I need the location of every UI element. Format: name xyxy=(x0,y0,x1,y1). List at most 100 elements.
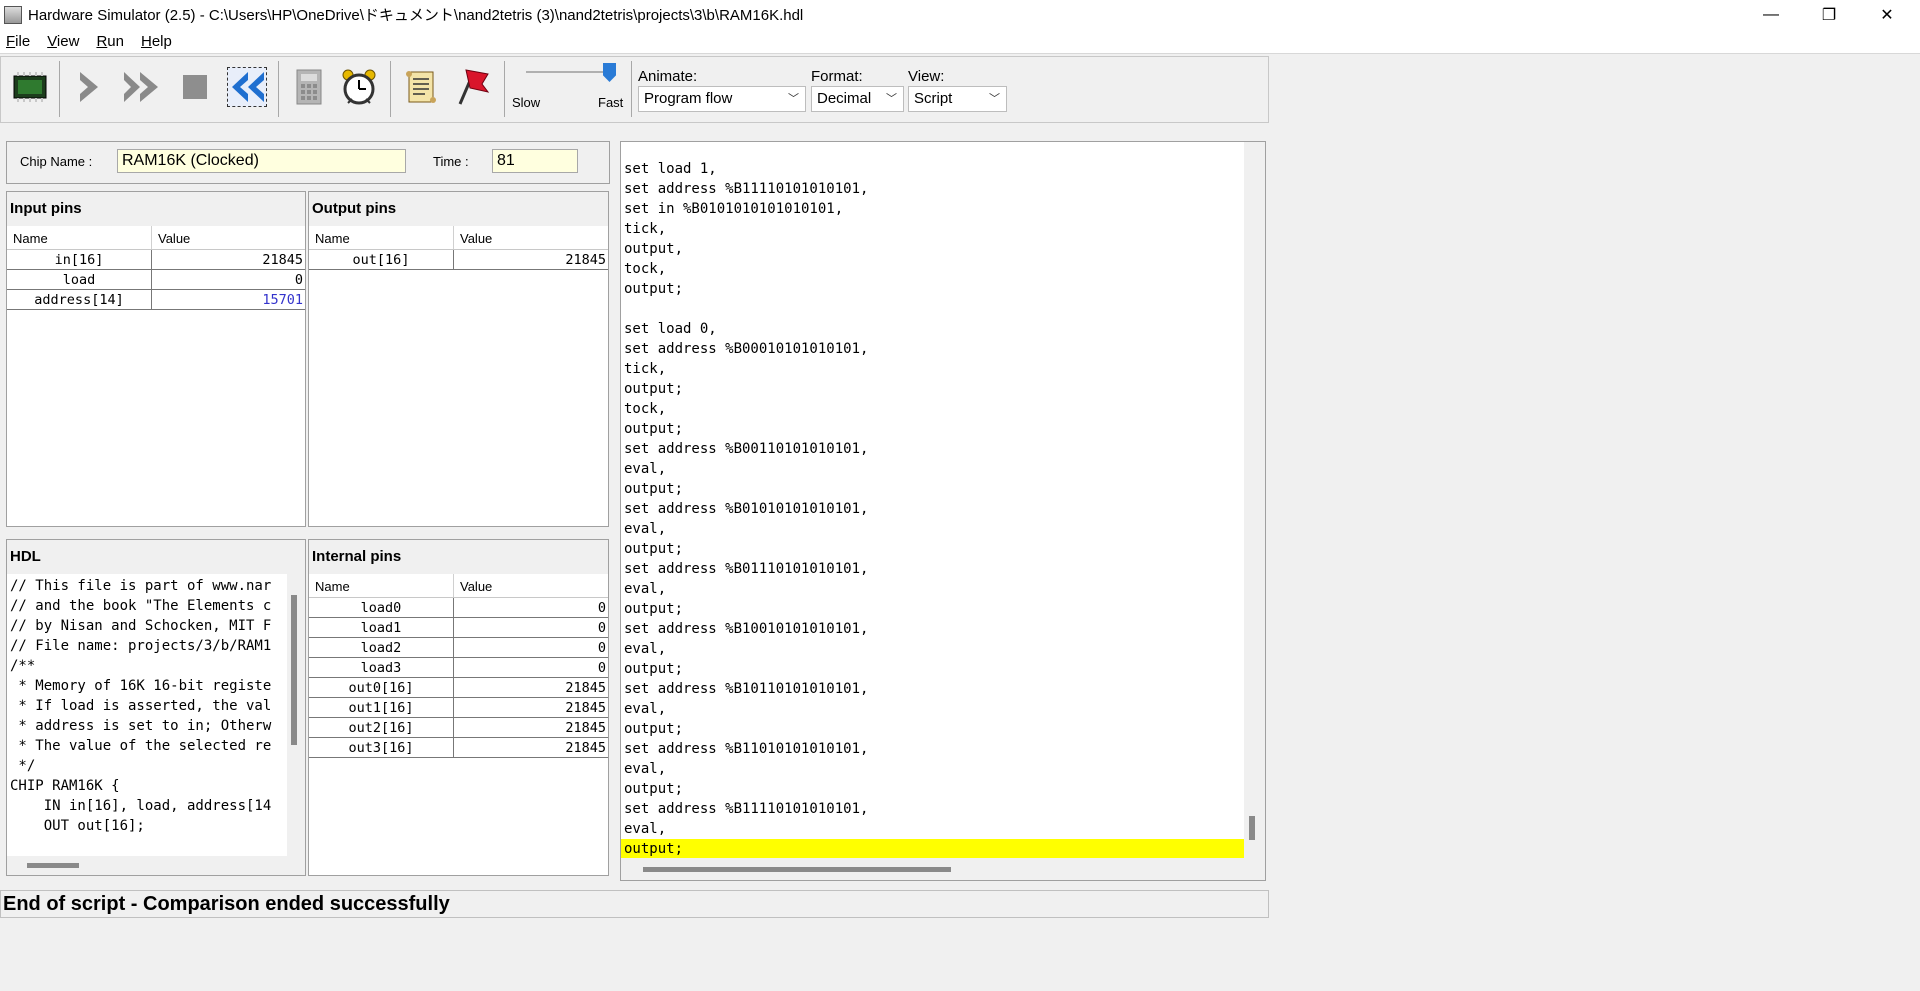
speed-fast-label: Fast xyxy=(598,95,624,110)
column-name: Name xyxy=(309,574,454,597)
breakpoints-button[interactable] xyxy=(451,67,491,107)
minimize-button[interactable]: — xyxy=(1742,0,1800,29)
script-horizontal-scrollbar[interactable] xyxy=(643,867,951,872)
script-line[interactable]: eval, xyxy=(621,699,1244,719)
script-line[interactable]: set address %B01010101010101, xyxy=(621,499,1244,519)
pin-value: 21845 xyxy=(565,700,606,716)
chip-name-label: Chip Name : xyxy=(20,154,93,169)
script-line[interactable]: set address %B10110101010101, xyxy=(621,679,1244,699)
eval-icon xyxy=(296,69,322,105)
script-line[interactable]: eval, xyxy=(621,639,1244,659)
table-row[interactable]: address[14] 15701 xyxy=(7,290,305,310)
menu-help[interactable]: Help xyxy=(141,33,172,50)
pin-value[interactable]: 21845 xyxy=(152,250,305,269)
script-line[interactable]: set address %B01110101010101, xyxy=(621,559,1244,579)
stop-button[interactable] xyxy=(175,67,215,107)
pin-value[interactable]: 0 xyxy=(152,270,305,289)
time-field[interactable]: 81 xyxy=(492,149,578,173)
load-script-icon xyxy=(406,71,436,103)
script-line[interactable]: output; xyxy=(621,419,1244,439)
clock-button[interactable] xyxy=(339,67,379,107)
close-window-button[interactable]: ✕ xyxy=(1858,0,1916,29)
script-panel: set load 1, set address %B11110101010101,… xyxy=(620,141,1266,881)
status-message: End of script - Comparison ended success… xyxy=(3,893,450,915)
pin-value: 21845 xyxy=(565,252,606,268)
table-row[interactable]: out[16] 21845 xyxy=(309,250,608,270)
script-line[interactable]: output, xyxy=(621,239,1244,259)
hdl-line: * The value of the selected re xyxy=(10,738,272,754)
script-line[interactable]: output; xyxy=(621,719,1244,739)
hdl-line: IN in[16], load, address[14 xyxy=(10,798,272,814)
single-step-button[interactable] xyxy=(69,67,109,107)
eval-button[interactable] xyxy=(289,67,329,107)
format-select[interactable]: Decimal ﹀ xyxy=(811,86,904,112)
script-line[interactable]: output; xyxy=(621,479,1244,499)
script-line[interactable]: eval, xyxy=(621,579,1244,599)
script-line[interactable]: output; xyxy=(621,839,1244,858)
table-row[interactable]: load 0 xyxy=(7,270,305,290)
script-line[interactable]: set address %B11110101010101, xyxy=(621,179,1244,199)
script-code-area[interactable]: set load 1, set address %B11110101010101,… xyxy=(621,142,1244,858)
pin-name: address[14] xyxy=(7,290,152,309)
script-line[interactable]: set address %B11110101010101, xyxy=(621,799,1244,819)
pin-name: out1[16] xyxy=(309,698,454,717)
load-script-button[interactable] xyxy=(401,67,441,107)
animate-label: Animate: xyxy=(638,68,698,85)
view-select[interactable]: Script ﹀ xyxy=(908,86,1007,112)
script-line[interactable]: eval, xyxy=(621,459,1244,479)
script-line[interactable]: set address %B00010101010101, xyxy=(621,339,1244,359)
restore-icon: ❐ xyxy=(1821,6,1837,24)
script-line[interactable]: eval, xyxy=(621,819,1244,839)
script-line[interactable]: tock, xyxy=(621,399,1244,419)
script-line[interactable]: output; xyxy=(621,279,1244,299)
script-line[interactable] xyxy=(621,299,1244,319)
fast-forward-button[interactable] xyxy=(122,67,162,107)
script-line[interactable]: output; xyxy=(621,659,1244,679)
script-line[interactable]: tick, xyxy=(621,219,1244,239)
animate-select[interactable]: Program flow ﹀ xyxy=(638,86,806,112)
input-pins-table: Name Value in[16] 21845 load 0 address[1… xyxy=(7,226,305,526)
script-line[interactable]: output; xyxy=(621,779,1244,799)
script-line[interactable]: eval, xyxy=(621,759,1244,779)
script-line[interactable]: tock, xyxy=(621,259,1244,279)
reset-button[interactable] xyxy=(227,67,267,107)
script-line[interactable]: set address %B10010101010101, xyxy=(621,619,1244,639)
script-line[interactable]: set in %B0101010101010101, xyxy=(621,199,1244,219)
hdl-code-area[interactable]: // This file is part of www.nar // and th… xyxy=(7,574,287,856)
pin-name: out0[16] xyxy=(309,678,454,697)
menu-file[interactable]: File xyxy=(6,33,30,50)
hdl-vertical-scrollbar[interactable] xyxy=(291,595,297,745)
fast-forward-icon xyxy=(124,72,158,102)
column-name: Name xyxy=(7,226,152,249)
hdl-line: * If load is asserted, the val xyxy=(10,698,272,714)
menu-run[interactable]: Run xyxy=(96,33,124,50)
script-line[interactable]: output; xyxy=(621,599,1244,619)
status-bar: End of script - Comparison ended success… xyxy=(0,890,1269,918)
hdl-line: // and the book "The Elements c xyxy=(10,598,272,614)
pin-value[interactable]: 15701 xyxy=(152,290,305,309)
script-line[interactable]: set load 1, xyxy=(621,159,1244,179)
chip-name-field[interactable]: RAM16K (Clocked) xyxy=(117,149,406,173)
script-line[interactable]: set address %B11010101010101, xyxy=(621,739,1244,759)
input-pins-header: Name Value xyxy=(7,226,305,250)
script-line[interactable]: eval, xyxy=(621,519,1244,539)
load-chip-button[interactable] xyxy=(10,67,50,107)
maximize-button[interactable]: ❐ xyxy=(1800,0,1858,29)
table-row: out1[16] 21845 xyxy=(309,698,608,718)
script-line[interactable]: output; xyxy=(621,379,1244,399)
script-line[interactable]: set address %B00110101010101, xyxy=(621,439,1244,459)
script-vertical-scrollbar[interactable] xyxy=(1249,816,1255,840)
menu-view[interactable]: View xyxy=(47,33,79,50)
window-title: Hardware Simulator (2.5) - C:\Users\HP\O… xyxy=(28,7,804,24)
internal-pins-table: Name Value load0 0 load1 0 load2 0 load3 0 out0[… xyxy=(309,574,608,875)
script-line[interactable]: set load 0, xyxy=(621,319,1244,339)
view-label: View: xyxy=(908,68,945,85)
speed-slow-label: Slow xyxy=(512,95,541,110)
hdl-line: OUT out[16]; xyxy=(10,818,145,834)
hdl-horizontal-scrollbar[interactable] xyxy=(27,863,79,868)
toolbar-separator xyxy=(278,61,279,117)
script-line[interactable]: tick, xyxy=(621,359,1244,379)
script-line[interactable]: output; xyxy=(621,539,1244,559)
speed-slider-track[interactable] xyxy=(526,71,610,73)
table-row[interactable]: in[16] 21845 xyxy=(7,250,305,270)
